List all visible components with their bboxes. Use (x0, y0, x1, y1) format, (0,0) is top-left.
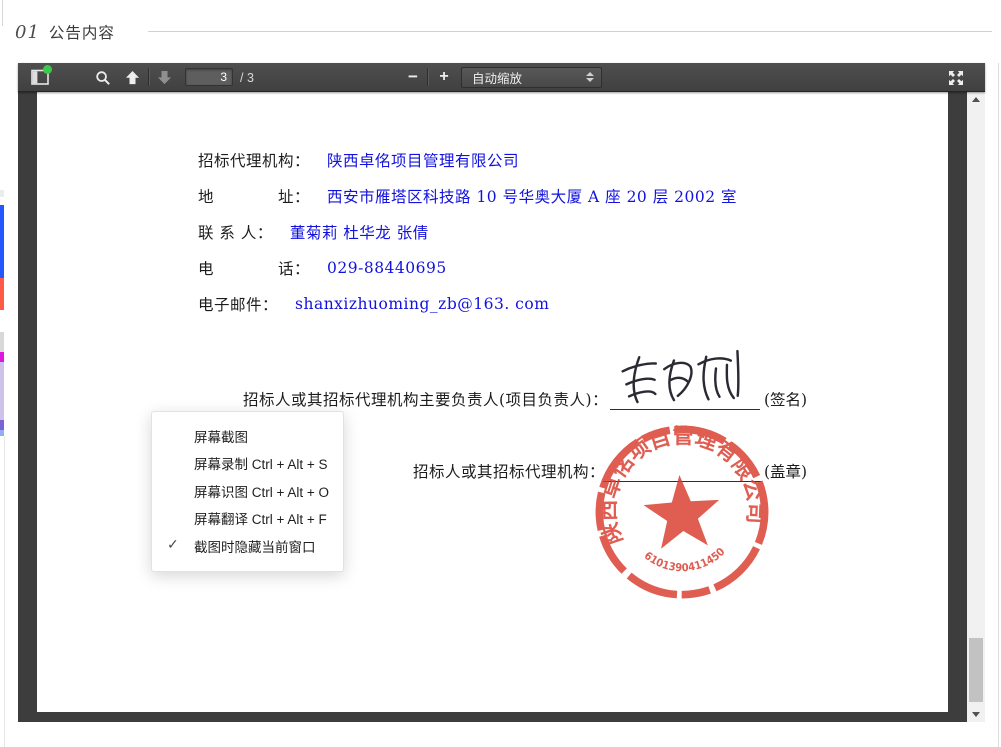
viewer-scrollbar[interactable] (967, 92, 985, 722)
phone-value: 029-88440695 (327, 259, 447, 277)
zoom-in-button[interactable]: + (435, 67, 453, 87)
svg-text:6101390411450: 6101390411450 (641, 544, 729, 578)
info-row-contacts: 联 系 人： 董菊莉 杜华龙 张倩 (198, 214, 737, 250)
agency-name-link: 陕西卓佲项目管理有限公司 (327, 149, 519, 171)
info-label: 地 址： (198, 185, 310, 207)
previous-page-button[interactable] (124, 69, 140, 85)
context-menu: 屏幕截图 屏幕录制 Ctrl + Alt + S 屏幕识图 Ctrl + Alt… (151, 411, 344, 572)
pdf-viewer: / 3 − + 自动缩放 招标代理机构： 陕西卓佲项目管理有限公司 地 址 (18, 63, 985, 722)
search-button[interactable] (94, 69, 112, 87)
section-header: 01 公告内容 (15, 20, 115, 44)
section-number: 01 (15, 22, 40, 43)
info-row-agency: 招标代理机构： 陕西卓佲项目管理有限公司 (198, 142, 737, 178)
address-value: 西安市雁塔区科技路 10 号华奥大厦 A 座 20 层 2002 室 (327, 185, 737, 207)
scrollbar-thumb[interactable] (969, 638, 983, 702)
info-label: 招标代理机构： (198, 149, 310, 171)
signature-line-label: 招标人或其招标代理机构主要负责人(项目负责人)： (243, 388, 608, 410)
window-right-edge (998, 63, 999, 747)
page-number-input[interactable] (185, 68, 233, 86)
fullscreen-icon (948, 70, 964, 86)
info-row-email: 电子邮件： shanxizhuoming_zb@163. com (198, 286, 737, 322)
stamp-line-label: 招标人或其招标代理机构： (413, 460, 605, 482)
menu-item-label: 屏幕翻译 Ctrl + Alt + F (194, 508, 327, 528)
search-icon (95, 70, 111, 86)
edge-strip-segment (0, 190, 4, 197)
seal-number-text: 6101390411450 (641, 544, 729, 578)
status-dot-icon (43, 65, 52, 74)
edge-strip-segment (0, 310, 4, 332)
zoom-level-value: 自动缩放 (472, 68, 522, 87)
zoom-out-button[interactable]: − (404, 67, 422, 87)
checkmark-icon: ✓ (167, 536, 187, 553)
info-label: 电子邮件： (198, 293, 278, 315)
menu-item-label: 屏幕识图 Ctrl + Alt + O (194, 481, 329, 501)
arrow-down-icon (157, 70, 172, 85)
triangle-up-icon (972, 97, 980, 102)
scroll-up-button[interactable] (967, 92, 985, 107)
menu-item-screenshot[interactable]: 屏幕截图 (152, 422, 343, 450)
pdf-toolbar: / 3 − + 自动缩放 (18, 63, 985, 92)
signature-suffix: (签名) (764, 388, 807, 410)
scroll-down-button[interactable] (967, 707, 985, 722)
select-stepper-icon (586, 72, 594, 82)
sidebar-toggle-button[interactable] (27, 65, 53, 89)
toolbar-separator (148, 68, 149, 86)
triangle-down-icon (972, 712, 980, 717)
next-page-button[interactable] (156, 69, 172, 85)
screen: { "header": { "section_number": "01", "s… (0, 0, 1001, 747)
menu-item-screen-record[interactable]: 屏幕录制 Ctrl + Alt + S (152, 450, 343, 478)
page-count-label: / 3 (240, 71, 254, 85)
arrow-up-icon (125, 70, 140, 85)
info-row-phone: 电 话： 029-88440695 (198, 250, 737, 286)
menu-item-screen-ocr[interactable]: 屏幕识图 Ctrl + Alt + O (152, 477, 343, 505)
contacts-value: 董菊莉 杜华龙 张倩 (290, 221, 429, 243)
screen-edge-line (4, 436, 5, 747)
edge-strip-segment (0, 362, 4, 420)
seal-star-icon (642, 472, 723, 549)
info-label: 电 话： (198, 257, 310, 279)
section-title: 公告内容 (49, 21, 115, 43)
menu-item-screen-translate[interactable]: 屏幕翻译 Ctrl + Alt + F (152, 505, 343, 533)
toolbar-separator (427, 68, 428, 86)
menu-item-label: 屏幕截图 (194, 426, 248, 446)
presentation-mode-button[interactable] (947, 69, 965, 87)
contact-info-block: 招标代理机构： 陕西卓佲项目管理有限公司 地 址： 西安市雁塔区科技路 10 号… (198, 142, 737, 322)
email-value: shanxizhuoming_zb@163. com (295, 295, 549, 313)
menu-item-label: 截图时隐藏当前窗口 (194, 536, 316, 556)
zoom-level-select[interactable]: 自动缩放 (461, 67, 602, 88)
window-edge-tick (2, 0, 3, 26)
edge-strip-segment (0, 420, 4, 430)
company-seal: 陕西卓佲项目管理有限公司 6101390411450 (587, 417, 777, 607)
edge-strip-segment (0, 205, 4, 278)
info-row-address: 地 址： 西安市雁塔区科技路 10 号华奥大厦 A 座 20 层 2002 室 (198, 178, 737, 214)
pdf-page: 招标代理机构： 陕西卓佲项目管理有限公司 地 址： 西安市雁塔区科技路 10 号… (37, 92, 948, 712)
edge-strip-segment (0, 352, 4, 362)
edge-strip-segment (0, 278, 4, 310)
handwritten-signature-image (618, 348, 760, 406)
menu-item-hide-window-when-capturing[interactable]: ✓ 截图时隐藏当前窗口 (152, 532, 343, 560)
edge-strip-segment (0, 332, 4, 352)
info-label: 联 系 人： (198, 221, 273, 243)
menu-item-label: 屏幕录制 Ctrl + Alt + S (194, 453, 328, 473)
header-divider (148, 31, 992, 32)
